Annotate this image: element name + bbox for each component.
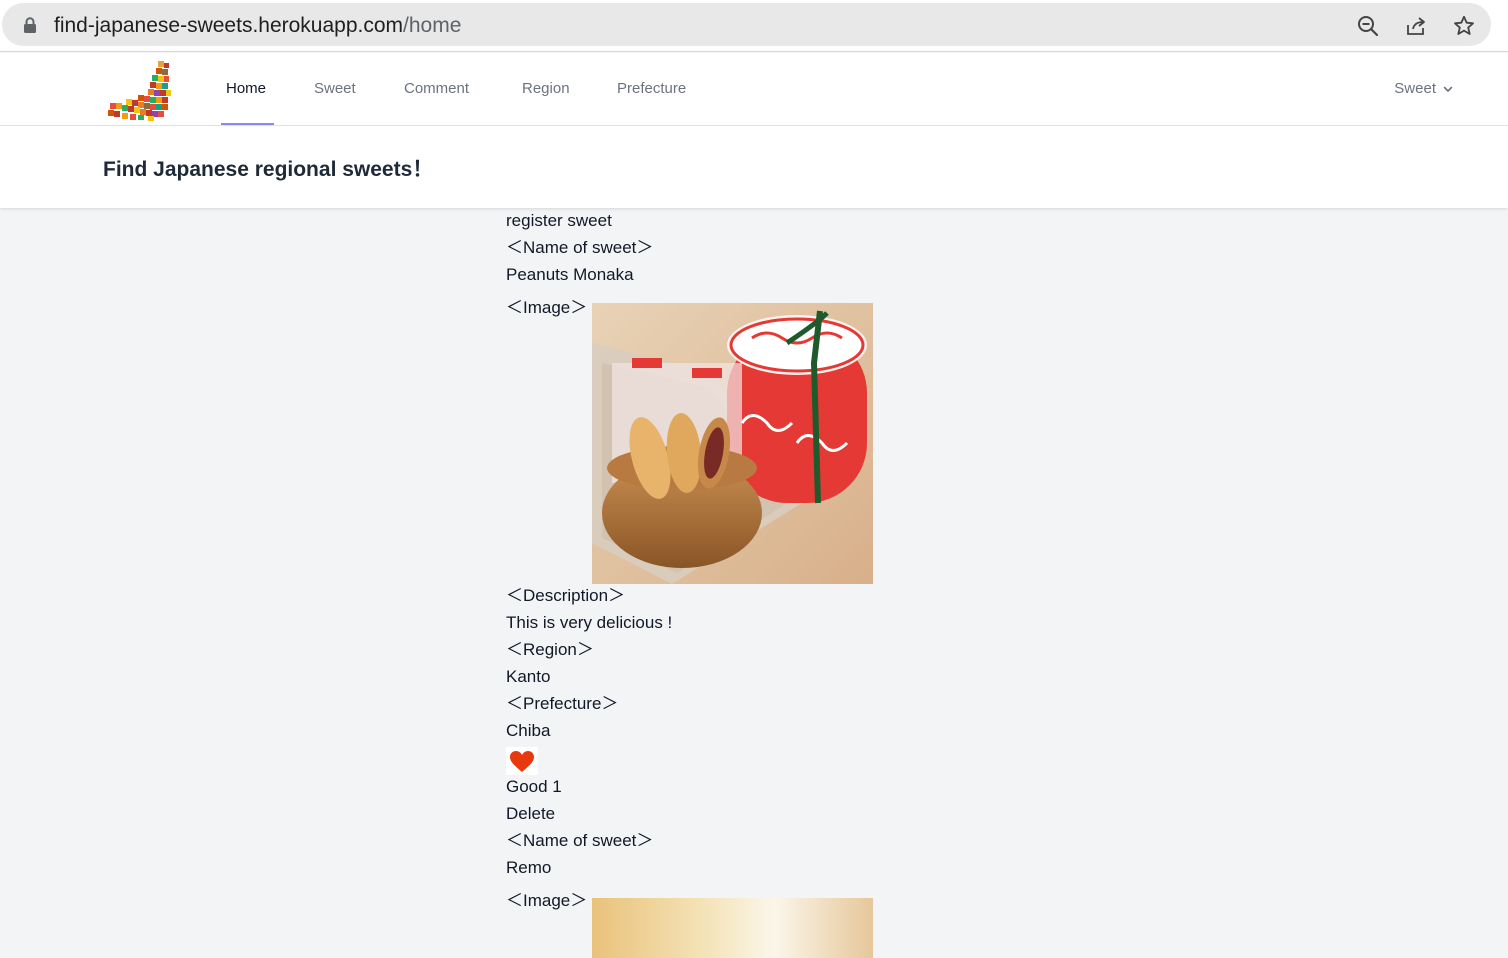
page-header: Find Japanese regional sweets！ (0, 126, 1508, 208)
nav-home[interactable]: Home (226, 80, 266, 97)
lock-icon (24, 17, 36, 33)
page-title: Find Japanese regional sweets！ (103, 158, 434, 181)
heart-icon (506, 747, 538, 775)
user-dropdown-label: Sweet (1394, 80, 1436, 97)
url-domain: find-japanese-sweets.herokuapp.com (54, 14, 404, 37)
chevron-down-icon (1443, 86, 1453, 92)
sweet-card: ＜Name of sweet＞ Peanuts Monaka ＜Image＞ ＜… (506, 236, 1006, 829)
address-bar[interactable]: find-japanese-sweets.herokuapp.com/home (2, 3, 1491, 46)
like-heart-button[interactable] (506, 747, 538, 775)
sweet-name-label: ＜Name of sweet＞ (506, 238, 654, 257)
nav-sweet[interactable]: Sweet (314, 80, 356, 97)
url-text[interactable]: find-japanese-sweets.herokuapp.com/home (54, 14, 461, 38)
register-sweet-link[interactable]: register sweet (506, 209, 1006, 236)
url-path: /home (403, 14, 462, 37)
nav-prefecture[interactable]: Prefecture (617, 80, 686, 97)
sweet-name: Remo (506, 858, 552, 877)
sweet-prefecture-label: ＜Prefecture＞ (506, 694, 619, 713)
app-navbar: Home Sweet Comment Region Prefecture Swe… (0, 53, 1508, 126)
sweet-image (592, 898, 873, 958)
good-count: Good 1 (506, 777, 562, 796)
sweet-image (592, 303, 873, 584)
sweet-name: Peanuts Monaka (506, 265, 634, 284)
delete-link[interactable]: Delete (506, 802, 1006, 829)
sweet-card: ＜Name of sweet＞ Remo ＜Image＞ (506, 829, 1006, 958)
nav-active-indicator (221, 123, 274, 125)
sweets-list: register sweet ＜Name of sweet＞ Peanuts M… (506, 209, 1006, 958)
sweet-name-label: ＜Name of sweet＞ (506, 831, 654, 850)
sweet-description-label: ＜Description＞ (506, 586, 626, 605)
share-icon[interactable] (1404, 14, 1428, 38)
browser-toolbar: find-japanese-sweets.herokuapp.com/home (0, 0, 1508, 52)
nav-comment[interactable]: Comment (404, 80, 469, 97)
japan-map-logo[interactable] (104, 59, 174, 121)
sweet-prefecture: Chiba (506, 721, 551, 740)
nav-region[interactable]: Region (522, 80, 570, 97)
sweet-region-label: ＜Region＞ (506, 640, 594, 659)
user-dropdown[interactable]: Sweet (1394, 80, 1454, 97)
sweet-region: Kanto (506, 667, 551, 686)
bookmark-star-icon[interactable] (1452, 14, 1476, 38)
zoom-icon[interactable] (1356, 14, 1380, 38)
sweet-description: This is very delicious ! (506, 613, 673, 632)
